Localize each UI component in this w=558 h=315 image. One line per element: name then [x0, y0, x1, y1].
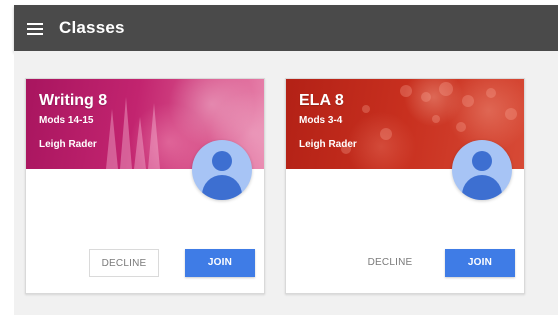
join-button[interactable]: JOIN: [185, 249, 255, 277]
decline-button[interactable]: DECLINE: [355, 249, 425, 277]
join-button[interactable]: JOIN: [445, 249, 515, 277]
hamburger-menu-icon[interactable]: [27, 22, 43, 35]
teacher-name: Leigh Rader: [39, 139, 97, 150]
class-section: Mods 14-15: [39, 115, 94, 126]
classes-container: Writing 8 Mods 14-15 Leigh Rader DECLINE…: [14, 51, 558, 315]
class-card-ela-8[interactable]: ELA 8 Mods 3-4 Leigh Rader DECLINE JOIN: [285, 78, 525, 294]
class-card-writing-8[interactable]: Writing 8 Mods 14-15 Leigh Rader DECLINE…: [25, 78, 265, 294]
person-avatar-icon: [452, 140, 512, 200]
person-avatar-icon: [192, 140, 252, 200]
app-bar: Classes: [14, 5, 558, 51]
page-title: Classes: [59, 18, 125, 37]
teacher-name: Leigh Rader: [299, 139, 357, 150]
class-title[interactable]: Writing 8: [39, 92, 107, 110]
class-section: Mods 3-4: [299, 115, 343, 126]
pencils-banner-image: [106, 97, 160, 169]
class-title[interactable]: ELA 8: [299, 92, 344, 110]
decline-button[interactable]: DECLINE: [89, 249, 159, 277]
